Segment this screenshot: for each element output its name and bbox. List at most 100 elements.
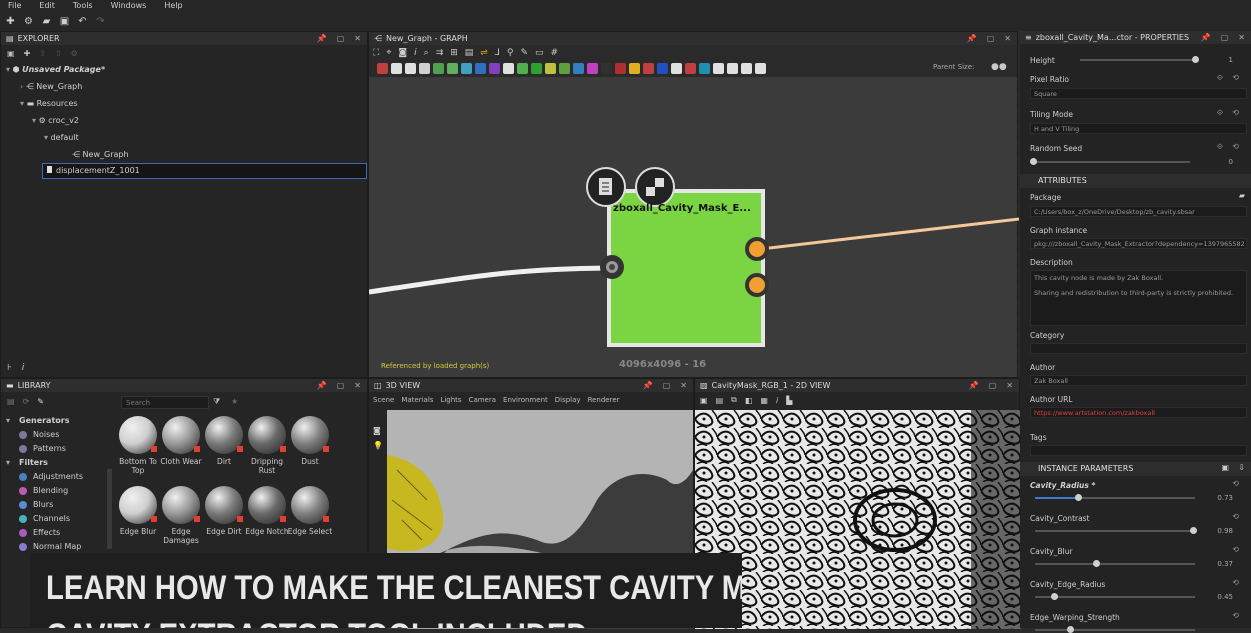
view3d-menu-scene[interactable]: Scene bbox=[373, 396, 394, 404]
tool-icon[interactable]: ✎ bbox=[520, 48, 528, 58]
atomic-node-icon[interactable] bbox=[377, 63, 388, 74]
float-icon[interactable]: ▢ bbox=[663, 379, 671, 392]
camera-icon[interactable]: ◙ bbox=[398, 48, 407, 58]
copy-icon[interactable]: ⧉ bbox=[731, 395, 737, 405]
save-icon[interactable]: ▤ bbox=[716, 396, 724, 405]
publish-icon[interactable]: ⇧ bbox=[55, 49, 62, 58]
library-category[interactable]: Blending bbox=[1, 484, 107, 498]
undo-icon[interactable]: ↶ bbox=[77, 16, 88, 27]
library-category[interactable]: ▾ Generators bbox=[1, 414, 107, 428]
tags-field[interactable] bbox=[1030, 445, 1247, 456]
pin-icon[interactable]: 📌 bbox=[317, 379, 327, 392]
atomic-node-icon[interactable] bbox=[629, 63, 640, 74]
lib-edit-icon[interactable]: ✎ bbox=[37, 397, 44, 406]
tree-croc[interactable]: ▾ ⚙ croc_v2 bbox=[6, 112, 367, 129]
pin-icon[interactable]: 📌 bbox=[967, 32, 977, 45]
author-field[interactable]: Zak Boxall bbox=[1030, 375, 1247, 386]
view3d-menu-environment[interactable]: Environment bbox=[503, 396, 548, 404]
float-icon[interactable]: ▢ bbox=[1221, 31, 1229, 44]
atomic-node-icon[interactable] bbox=[741, 63, 752, 74]
new-package-icon[interactable]: ✚ bbox=[5, 16, 16, 27]
copy-icon[interactable]: ▣ bbox=[1221, 463, 1229, 472]
atomic-node-icon[interactable] bbox=[643, 63, 654, 74]
float-icon[interactable]: ▢ bbox=[337, 32, 345, 45]
filter-icon[interactable]: ⧩ bbox=[213, 397, 220, 407]
tile-icon[interactable]: ▦ bbox=[760, 396, 768, 405]
reset-icon[interactable]: ⟲ bbox=[1232, 578, 1239, 587]
author-url-field[interactable]: https://www.artstation.com/zakboxall bbox=[1030, 407, 1247, 418]
random-seed-slider[interactable] bbox=[1030, 158, 1190, 165]
grid-icon[interactable]: # bbox=[551, 48, 559, 58]
save-icon[interactable]: ▣ bbox=[7, 49, 15, 58]
atomic-node-icon[interactable] bbox=[685, 63, 696, 74]
export-icon[interactable]: ⇪ bbox=[39, 49, 46, 58]
param-slider[interactable] bbox=[1035, 527, 1197, 534]
tree-resources[interactable]: ▾ ▬ Resources bbox=[6, 95, 367, 112]
connect-icon[interactable]: ⅃ bbox=[495, 48, 500, 58]
2d-viewport[interactable] bbox=[695, 410, 1021, 629]
settings-icon[interactable]: ⚙ bbox=[71, 49, 78, 58]
tree-default[interactable]: ▾ default bbox=[6, 129, 367, 146]
atomic-node-icon[interactable] bbox=[559, 63, 570, 74]
menu-edit[interactable]: Edit bbox=[39, 1, 55, 10]
info-icon[interactable]: i bbox=[414, 48, 417, 58]
atomic-node-icon[interactable] bbox=[461, 63, 472, 74]
param-knob[interactable] bbox=[1066, 626, 1074, 633]
tiling-mode-select[interactable]: H and V Tiling bbox=[1030, 123, 1247, 134]
view3d-menu-lights[interactable]: Lights bbox=[440, 396, 461, 404]
reset-icon[interactable]: ⟲ bbox=[1232, 545, 1239, 554]
atomic-node-icon[interactable] bbox=[531, 63, 542, 74]
library-category[interactable]: Normal Map bbox=[1, 540, 107, 554]
float-icon[interactable]: ▢ bbox=[989, 379, 997, 392]
param-slider[interactable] bbox=[1035, 494, 1195, 501]
pin-icon[interactable]: 📌 bbox=[969, 379, 979, 392]
atomic-node-icon[interactable] bbox=[727, 63, 738, 74]
search-icon[interactable]: ⌕ bbox=[424, 48, 429, 58]
video-icon[interactable]: ◙ bbox=[373, 426, 387, 435]
height-slider[interactable] bbox=[1080, 56, 1199, 63]
float-icon[interactable]: ▢ bbox=[337, 379, 345, 392]
param-knob[interactable] bbox=[1050, 593, 1058, 600]
package-field[interactable]: C:/Users/box_z/OneDrive/Desktop/zb_cavit… bbox=[1030, 206, 1247, 217]
param-slider[interactable] bbox=[1035, 560, 1195, 567]
align-icon[interactable]: ⇌ bbox=[480, 48, 488, 58]
folder-icon[interactable]: ▰ bbox=[1239, 191, 1245, 200]
close-icon[interactable]: ✕ bbox=[1004, 32, 1011, 45]
menu-windows[interactable]: Windows bbox=[111, 1, 147, 10]
library-search-input[interactable]: Search bbox=[121, 396, 209, 409]
atomic-node-icon[interactable] bbox=[545, 63, 556, 74]
link-icon[interactable]: ⟐ bbox=[1217, 73, 1223, 83]
channels-icon[interactable]: ◧ bbox=[745, 396, 753, 405]
param-slider[interactable] bbox=[1035, 593, 1195, 600]
fit-icon[interactable]: ⌖ bbox=[386, 48, 391, 58]
atomic-node-icon[interactable] bbox=[671, 63, 682, 74]
menu-tools[interactable]: Tools bbox=[73, 1, 93, 10]
graph-canvas[interactable] bbox=[369, 79, 1019, 379]
save-icon[interactable]: ▣ bbox=[59, 16, 70, 27]
graph-instance-field[interactable]: pkg:///zboxall_Cavity_Mask_Extractor?dep… bbox=[1030, 238, 1247, 249]
list-icon[interactable]: ▤ bbox=[465, 48, 474, 58]
menu-help[interactable]: Help bbox=[164, 1, 182, 10]
seed-knob[interactable] bbox=[1030, 158, 1037, 165]
view3d-menu-renderer[interactable]: Renderer bbox=[588, 396, 620, 404]
height-knob[interactable] bbox=[1192, 56, 1199, 63]
atomic-node-icon[interactable] bbox=[475, 63, 486, 74]
info-icon[interactable]: i bbox=[22, 363, 25, 373]
library-category[interactable]: Channels bbox=[1, 512, 107, 526]
close-icon[interactable]: ✕ bbox=[1238, 31, 1245, 44]
library-category[interactable]: Adjustments bbox=[1, 470, 107, 484]
atomic-node-icon[interactable] bbox=[517, 63, 528, 74]
atomic-node-icon[interactable] bbox=[503, 63, 514, 74]
view3d-menu-camera[interactable]: Camera bbox=[469, 396, 496, 404]
view3d-menu-materials[interactable]: Materials bbox=[401, 396, 433, 404]
view3d-menu-display[interactable]: Display bbox=[555, 396, 581, 404]
atomic-node-icon[interactable] bbox=[713, 63, 724, 74]
atomic-node-icon[interactable] bbox=[405, 63, 416, 74]
close-icon[interactable]: ✕ bbox=[354, 32, 361, 45]
atomic-node-icon[interactable] bbox=[699, 63, 710, 74]
category-field[interactable] bbox=[1030, 343, 1247, 354]
pin-icon[interactable]: 📌 bbox=[317, 32, 327, 45]
atomic-node-icon[interactable] bbox=[573, 63, 584, 74]
pin-icon[interactable]: 📌 bbox=[1201, 31, 1211, 44]
atomic-node-icon[interactable] bbox=[391, 63, 402, 74]
